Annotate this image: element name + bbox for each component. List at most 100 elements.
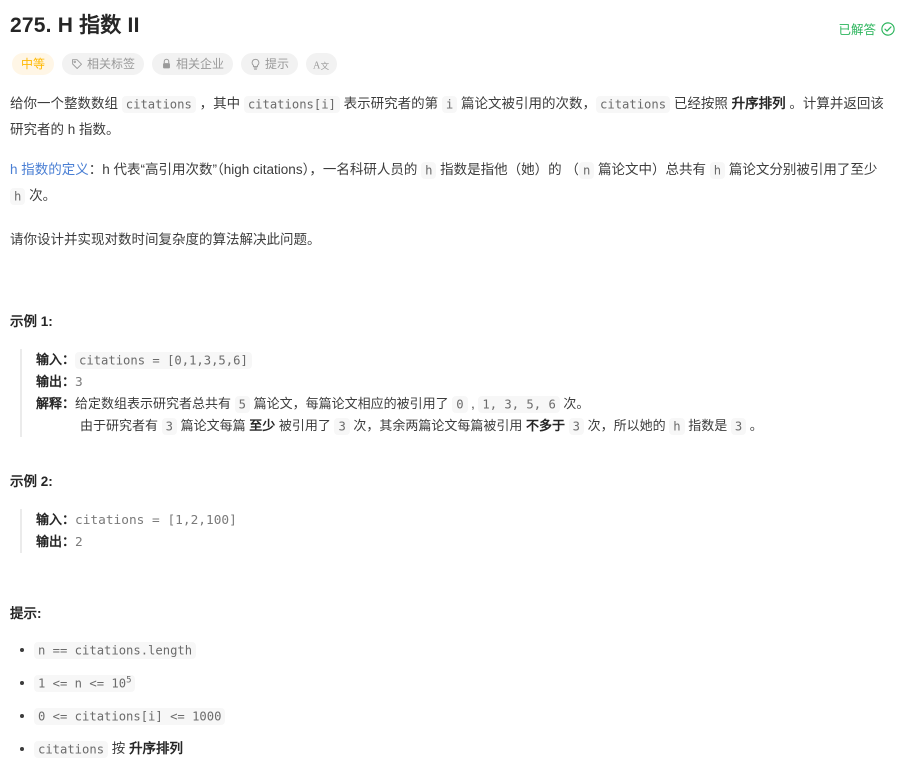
related-tags-pill[interactable]: 相关标签 (62, 53, 145, 75)
constraint-code-1: 1 <= n <= 105 (34, 674, 136, 692)
constraint-item: citations 按 升序排列 (20, 738, 895, 760)
svg-text:A: A (313, 60, 321, 71)
example-1-explain-line-1: 解释：给定数组表示研究者总共有 5 篇论文，每篇论文相应的被引用了 0 , 1,… (36, 393, 895, 415)
explain-text: , (467, 396, 479, 411)
desc-bold-ascending: 升序排列 (731, 96, 786, 111)
desc-text: ：h 代表“高引用次数”（high citations），一名科研人员的 (88, 162, 422, 177)
output-label: 输出： (36, 534, 76, 549)
problem-content: 给你一个整数数组 citations ，其中 citations[i] 表示研究… (10, 91, 895, 760)
explain-chip-h: h (669, 417, 685, 435)
example-2-title: 示例 2: (10, 474, 53, 489)
explain-text: 次，所以她的 (584, 418, 670, 433)
constraint-item: 1 <= n <= 105 (20, 672, 895, 694)
code-chip-n: n (578, 161, 595, 179)
example-1-input-code: citations = [0,1,3,5,6] (75, 351, 252, 369)
constraint-code-0: n == citations.length (34, 641, 197, 659)
explain-text: 给定数组表示研究者总共有 (75, 396, 235, 411)
explain-text: 次。 (559, 396, 590, 411)
example-1-block: 输入： citations = [0,1,3,5,6] 输出：3 解释：给定数组表… (20, 349, 895, 437)
code-chip-citations: citations (121, 95, 196, 113)
desc-text: 篇论文中）总共有 (594, 162, 710, 177)
hint-pill[interactable]: 提示 (241, 53, 299, 75)
difficulty-label: 中等 (21, 57, 46, 71)
description-paragraph-2: h 指数的定义：h 代表“高引用次数”（high citations），一名科研… (10, 157, 895, 209)
code-chip-i: i (441, 95, 458, 113)
desc-text: 次。 (25, 188, 57, 203)
explain-chip-0: 0 (452, 395, 468, 413)
difficulty-pill[interactable]: 中等 (12, 53, 55, 75)
constraint-suffix-bold: 升序排列 (129, 741, 184, 756)
explain-text: 被引用了 (275, 418, 335, 433)
desc-text: ，其中 (195, 96, 244, 111)
translate-icon: A 文 (313, 60, 330, 71)
tag-icon (72, 59, 82, 69)
constraints-list: n == citations.length 1 <= n <= 105 0 <=… (10, 639, 895, 760)
desc-text: 指数是指他（她）的 （ (436, 162, 579, 177)
constraints-title: 提示: (10, 606, 42, 621)
explain-bold-atmost: 不多于 (526, 418, 566, 433)
explain-bold-atleast: 至少 (249, 418, 276, 433)
constraint-item: 0 <= citations[i] <= 1000 (20, 705, 895, 727)
explain-text: 次，其余两篇论文每篇被引用 (349, 418, 527, 433)
related-companies-label: 相关企业 (176, 57, 225, 71)
meta-pill-row: 中等 相关标签 相关企业 提示 A 文 (10, 53, 895, 75)
example-1-output-value: 3 (75, 375, 83, 390)
hint-pill-label: 提示 (265, 57, 290, 71)
related-companies-pill[interactable]: 相关企业 (152, 53, 234, 75)
lock-icon (163, 58, 170, 69)
output-label: 输出： (36, 374, 76, 389)
explain-text: 篇论文，每篇论文相应的被引用了 (249, 396, 453, 411)
example-2-input-code: citations = [1,2,100] (75, 513, 237, 528)
constraint-suffix-text: 按 (108, 741, 130, 756)
explain-chip-3b: 3 (334, 417, 350, 435)
page-title: 275. H 指数 II (10, 14, 140, 37)
explain-chip-5: 5 (234, 395, 250, 413)
input-label: 输入： (36, 512, 76, 527)
related-tags-label: 相关标签 (87, 57, 136, 71)
code-chip-h-1: h (421, 161, 437, 179)
desc-text: 给你一个整数数组 (10, 96, 122, 111)
input-label: 输入： (36, 352, 76, 367)
description-paragraph-1: 给你一个整数数组 citations ，其中 citations[i] 表示研究… (10, 91, 895, 143)
code-chip-citations-i: citations[i] (243, 95, 340, 113)
constraint-code-base: 1 <= n <= 10 (38, 676, 127, 690)
example-1-input-line: 输入： citations = [0,1,3,5,6] (36, 349, 895, 371)
constraint-code-2: 0 <= citations[i] <= 1000 (34, 707, 226, 725)
problem-page: 275. H 指数 II 已解答 中等 相关标签 相关企业 提示 A 文 给你一… (0, 0, 909, 760)
explain-text: 由于研究者有 (80, 418, 162, 433)
status-label: 已解答 (838, 23, 876, 37)
h-index-definition-link[interactable]: h 指数的定义 (10, 162, 89, 177)
explain-label: 解释： (36, 396, 76, 411)
constraint-code-3: citations (34, 740, 109, 758)
desc-text: 篇论文分别被引用了至少 (725, 162, 878, 177)
desc-text: 表示研究者的第 (339, 96, 442, 111)
status-badge: 已解答 (838, 10, 895, 38)
code-chip-h-2: h (709, 161, 726, 179)
check-circle-icon (881, 21, 895, 36)
explain-chip-3a: 3 (161, 417, 177, 435)
explain-chip-3c: 3 (568, 417, 585, 435)
explain-text: 篇论文每篇 (176, 418, 250, 433)
description-paragraph-3: 请你设计并实现对数时间复杂度的算法解决此问题。 (10, 232, 321, 247)
code-chip-h-3: h (10, 187, 26, 205)
explain-text: 指数是 (684, 418, 731, 433)
translate-pill[interactable]: A 文 (306, 53, 338, 75)
problem-header: 275. H 指数 II 已解答 (10, 10, 895, 40)
example-2-input-line: 输入：citations = [1,2,100] (36, 509, 895, 531)
example-1-explain-line-2: 由于研究者有 3 篇论文每篇 至少 被引用了 3 次，其余两篇论文每篇被引用 不… (36, 415, 895, 437)
constraint-code-exponent: 5 (126, 674, 132, 685)
example-1-title: 示例 1: (10, 314, 53, 329)
example-1-output-line: 输出：3 (36, 371, 895, 393)
desc-text: 篇论文被引用的次数， (457, 96, 597, 111)
example-2-output-value: 2 (75, 535, 83, 550)
svg-text:文: 文 (321, 61, 330, 71)
code-chip-citations-2: citations (596, 95, 671, 113)
lightbulb-icon (251, 58, 260, 70)
desc-text: 已经按照 (670, 96, 732, 111)
explain-chip-3d: 3 (730, 417, 747, 435)
example-2-output-line: 输出：2 (36, 531, 895, 553)
example-2-block: 输入：citations = [1,2,100] 输出：2 (20, 509, 895, 553)
explain-text: 。 (746, 418, 763, 433)
constraint-item: n == citations.length (20, 639, 895, 661)
explain-chip-list: 1, 3, 5, 6 (478, 395, 560, 413)
